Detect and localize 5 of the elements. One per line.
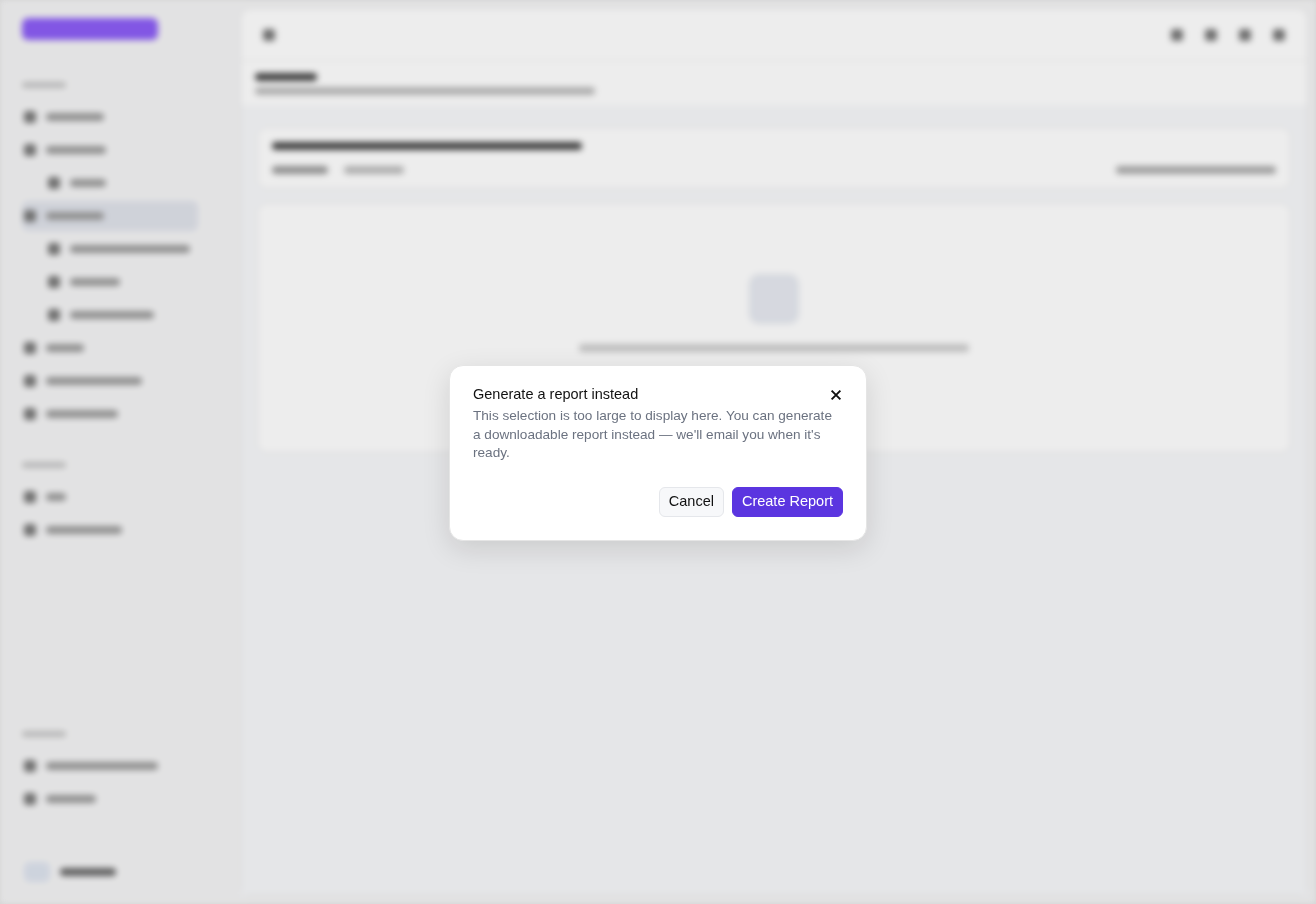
cancel-button[interactable]: Cancel bbox=[658, 486, 724, 517]
create-report-button[interactable]: Create Report bbox=[731, 486, 843, 517]
dialog-message: This selection is too large to display here. You can generate a downloadable report instead — we'll email you when it's ready. bbox=[473, 407, 833, 463]
dialog-title: Generate a report instead bbox=[473, 386, 639, 404]
close-button[interactable] bbox=[829, 387, 843, 402]
